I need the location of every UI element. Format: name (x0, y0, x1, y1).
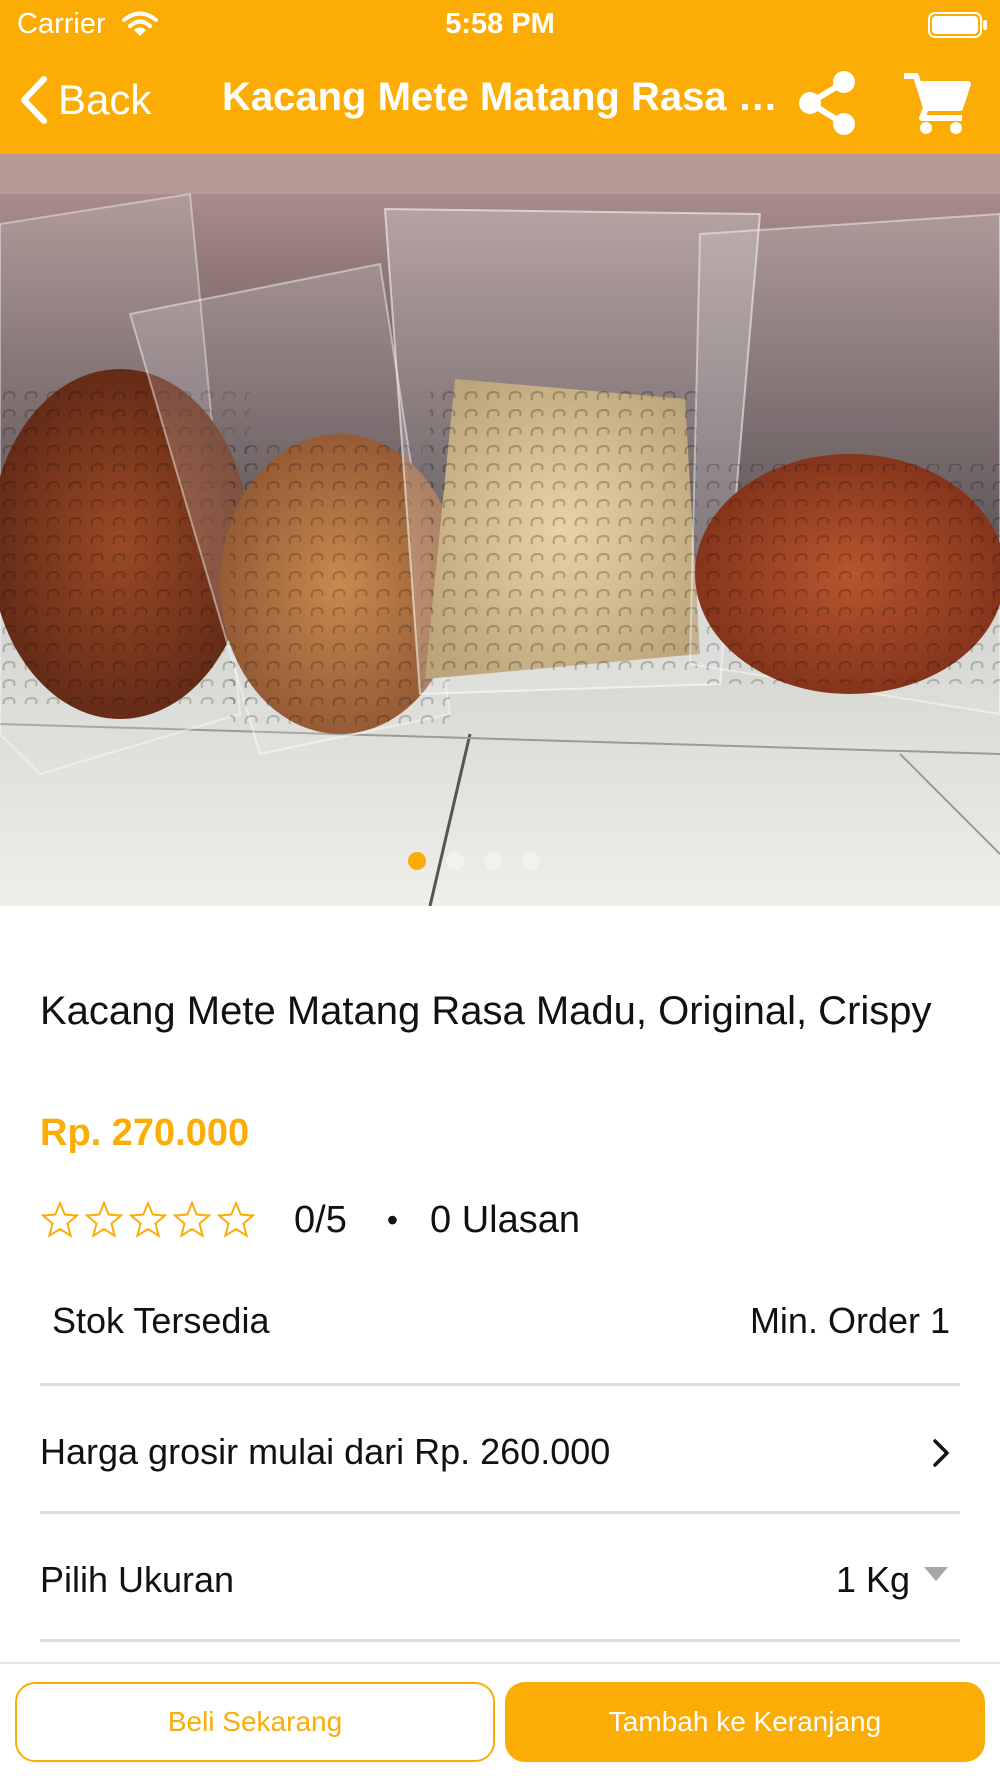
rating-separator: • (386, 1201, 399, 1238)
product-title: Kacang Mete Matang Rasa Madu, Original, … (40, 989, 932, 1033)
bottom-action-bar: Beli Sekarang Tambah ke Keranjang (0, 1662, 1000, 1778)
back-button[interactable]: Back (18, 70, 151, 130)
rating-stars (40, 1200, 256, 1240)
product-photo-illustration (0, 154, 1000, 906)
app-header: Carrier 5:58 PM Back Kacang Mete Matang … (0, 0, 1000, 154)
star-outline-icon (128, 1200, 168, 1238)
carousel-pager[interactable] (0, 852, 974, 870)
divider (40, 1383, 960, 1386)
pager-dot[interactable] (484, 852, 502, 870)
stock-row: Stok Tersedia Min. Order 1 (40, 1300, 960, 1350)
chevron-left-icon (21, 76, 47, 124)
battery-icon (928, 12, 987, 38)
review-count[interactable]: 0 Ulasan (430, 1199, 580, 1242)
status-bar: Carrier 5:58 PM (0, 0, 1000, 50)
size-selector[interactable]: Pilih Ukuran 1 Kg (40, 1527, 960, 1631)
pager-dot[interactable] (446, 852, 464, 870)
size-value[interactable]: 1 Kg (836, 1559, 910, 1601)
product-photo[interactable] (0, 154, 1000, 906)
size-label: Pilih Ukuran (40, 1559, 235, 1600)
star-outline-icon (40, 1200, 80, 1238)
back-label: Back (58, 76, 152, 123)
divider (40, 1639, 960, 1642)
pager-dot-active[interactable] (408, 852, 426, 870)
star-outline-icon (84, 1200, 124, 1238)
buy-now-button[interactable]: Beli Sekarang (15, 1682, 495, 1762)
rating-score: 0/5 (294, 1198, 347, 1241)
star-outline-icon (172, 1200, 212, 1238)
divider (40, 1511, 960, 1514)
rating-row: 0/5 • 0 Ulasan (40, 1195, 580, 1245)
chevron-right-icon (933, 1439, 949, 1467)
stock-status: Stok Tersedia (52, 1300, 270, 1341)
navigation-bar: Back Kacang Mete Matang Rasa Madu, Origi… (0, 60, 1000, 140)
cart-icon[interactable] (902, 70, 972, 136)
chevron-down-icon (924, 1567, 948, 1581)
status-time: 5:58 PM (445, 8, 555, 40)
product-price: Rp. 270.000 (40, 1112, 250, 1154)
pager-dot[interactable] (522, 852, 540, 870)
star-outline-icon (216, 1200, 256, 1238)
share-icon[interactable] (796, 70, 858, 136)
wholesale-price-row[interactable]: Harga grosir mulai dari Rp. 260.000 (40, 1400, 960, 1504)
wholesale-price-label: Harga grosir mulai dari Rp. 260.000 (40, 1431, 611, 1472)
page-title: Kacang Mete Matang Rasa Madu, Original, … (222, 75, 782, 119)
add-to-cart-button[interactable]: Tambah ke Keranjang (505, 1682, 985, 1762)
min-order: Min. Order 1 (749, 1300, 950, 1341)
